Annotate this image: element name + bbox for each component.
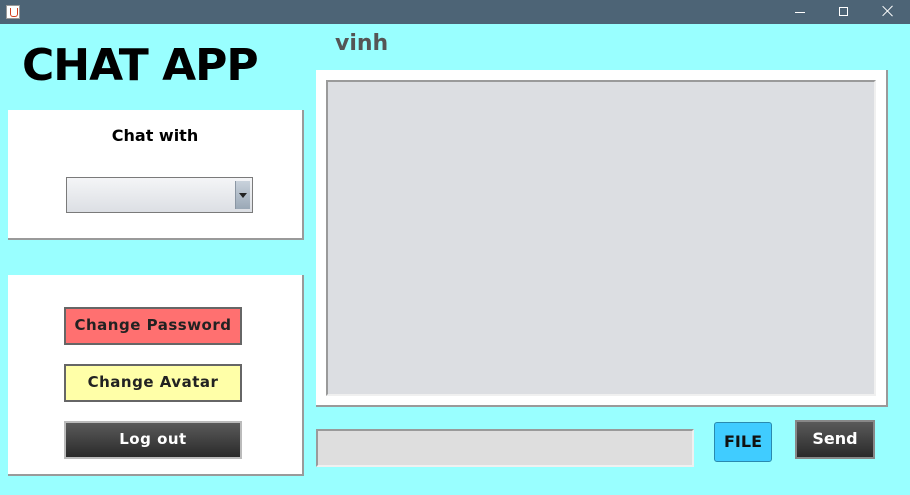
app-title: CHAT APP <box>22 40 259 91</box>
account-panel: Change Password Change Avatar Log out <box>8 275 304 476</box>
maximize-button[interactable] <box>822 0 866 24</box>
close-button[interactable] <box>866 0 910 24</box>
change-avatar-button[interactable]: Change Avatar <box>64 364 242 402</box>
chat-history-area[interactable] <box>326 80 876 396</box>
current-username: vinh <box>335 31 389 56</box>
maximize-icon <box>839 7 848 16</box>
chat-with-dropdown[interactable] <box>66 177 253 213</box>
java-app-icon <box>6 5 20 19</box>
minimize-icon <box>795 12 805 13</box>
logout-button[interactable]: Log out <box>64 421 242 459</box>
close-icon <box>882 5 894 17</box>
chevron-down-icon[interactable] <box>235 181 250 209</box>
window-titlebar <box>0 0 910 24</box>
chat-history-frame <box>316 70 888 407</box>
chat-with-panel: Chat with <box>8 110 304 240</box>
minimize-button[interactable] <box>778 0 822 24</box>
file-button[interactable]: FILE <box>714 422 772 462</box>
send-button[interactable]: Send <box>795 420 875 459</box>
change-password-button[interactable]: Change Password <box>64 307 242 345</box>
chat-with-label: Chat with <box>111 126 199 145</box>
message-input[interactable] <box>316 429 694 467</box>
